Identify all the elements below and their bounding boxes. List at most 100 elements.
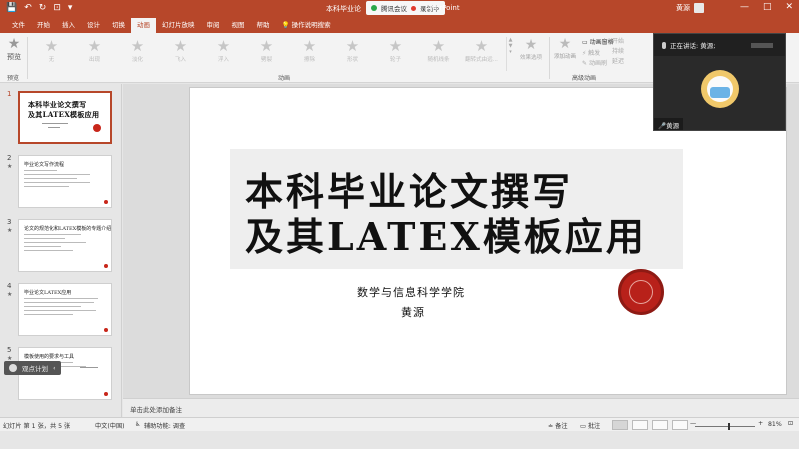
tab-slideshow[interactable]: 幻灯片放映 bbox=[156, 18, 201, 33]
effect-split[interactable]: ★ 劈裂 bbox=[245, 37, 288, 63]
animation-marker-icon: ★ bbox=[7, 227, 13, 234]
thumb-title: 毕业论文写作流程 bbox=[24, 162, 65, 168]
close-icon[interactable]: ✕ bbox=[785, 2, 793, 12]
thumb-title: 模板使用的要求与工具 bbox=[24, 354, 75, 360]
tab-insert[interactable]: 插入 bbox=[56, 18, 81, 33]
painter-label: 动画刷 bbox=[588, 60, 607, 67]
star-icon: ★ bbox=[44, 37, 59, 55]
tab-search[interactable]: 💡 操作说明搜索 bbox=[276, 18, 337, 33]
minimize-icon[interactable]: — bbox=[740, 2, 749, 12]
slide-sorter-button[interactable] bbox=[632, 420, 648, 430]
tab-review[interactable]: 审阅 bbox=[201, 18, 226, 33]
add-animation-button[interactable]: ★ 添加动画 bbox=[552, 36, 578, 60]
notes-placeholder: 单击此处添加备注 bbox=[130, 406, 182, 414]
timing-delay[interactable]: 延迟 bbox=[612, 57, 624, 67]
star-icon: ★ bbox=[173, 37, 188, 55]
thumb-number: 2 bbox=[7, 154, 12, 162]
effect-none[interactable]: ★ 无 bbox=[30, 37, 73, 63]
add-animation-label: 添加动画 bbox=[553, 54, 576, 60]
effect-fade[interactable]: ★ 淡化 bbox=[116, 37, 159, 63]
zoom-in-button[interactable]: + bbox=[758, 420, 763, 427]
tab-view[interactable]: 视图 bbox=[226, 18, 251, 33]
tab-animations[interactable]: 动画 bbox=[131, 18, 156, 33]
pane-icon: ▭ bbox=[582, 39, 590, 46]
present-icon[interactable]: ⊡ bbox=[53, 3, 61, 13]
undo-icon[interactable]: ↶ bbox=[24, 3, 32, 13]
window-controls: — □ ✕ bbox=[740, 2, 793, 12]
timing-start[interactable]: 开始 bbox=[612, 37, 624, 47]
preview-button[interactable]: ★ 预览 bbox=[4, 36, 24, 62]
zoom-level[interactable]: 81% bbox=[768, 421, 782, 428]
notes-pane[interactable]: 单击此处添加备注 bbox=[123, 398, 799, 417]
effect-wheel[interactable]: ★ 轮子 bbox=[374, 37, 417, 63]
accessibility-status[interactable]: 辅助功能: 调查 bbox=[144, 421, 185, 430]
customize-icon[interactable]: ▾ bbox=[68, 3, 73, 13]
speaking-label: 正在讲话: 黄源; bbox=[670, 42, 716, 50]
effect-grow-turn[interactable]: ★ 翻转式由远... bbox=[460, 37, 503, 63]
tab-transitions[interactable]: 切换 bbox=[106, 18, 131, 33]
star-icon: ★ bbox=[216, 37, 231, 55]
gallery-scroll[interactable]: ▲ ▼ ▾ bbox=[506, 37, 514, 71]
effect-appear[interactable]: ★ 出现 bbox=[73, 37, 116, 63]
participant-name: 黄源 bbox=[666, 122, 680, 130]
star-icon: ★ bbox=[524, 37, 538, 53]
thumb-body bbox=[24, 298, 106, 318]
accessibility-icon: ♿ bbox=[135, 421, 141, 428]
effect-label: 劈裂 bbox=[260, 57, 272, 63]
thumb-number: 4 bbox=[7, 282, 12, 290]
slide-thumbnail-2[interactable]: 毕业论文写作流程 bbox=[18, 155, 112, 208]
comments-button[interactable]: ▭ 批注 bbox=[580, 421, 600, 431]
effect-options-button[interactable]: ★ 效果选项 bbox=[516, 37, 546, 61]
microphone-icon: 🎤 bbox=[658, 122, 667, 130]
timing-duration[interactable]: 持续 bbox=[612, 47, 624, 57]
thumb-title: 本科毕业论文撰写 bbox=[28, 100, 87, 109]
lightbulb-icon: 💡 bbox=[281, 21, 290, 29]
notes-button[interactable]: ≐ 备注 bbox=[548, 421, 568, 431]
effect-shape[interactable]: ★ 形状 bbox=[331, 37, 374, 63]
slide-thumbnail-1[interactable]: 本科毕业论文撰写 及其LATEX模板应用 bbox=[18, 91, 112, 144]
animation-marker-icon: ★ bbox=[7, 163, 13, 170]
slide-title-line-2[interactable]: 及其LATEX模板应用 bbox=[245, 206, 647, 261]
redo-icon[interactable]: ↻ bbox=[39, 3, 47, 13]
thumb-subtitle-line bbox=[42, 123, 68, 124]
animation-painter-button[interactable]: ✎ 动画刷 bbox=[582, 58, 607, 67]
zoom-slider[interactable] bbox=[695, 426, 755, 427]
thumb-body bbox=[24, 234, 106, 254]
zoom-slider-thumb[interactable] bbox=[728, 423, 730, 430]
slideshow-button[interactable] bbox=[672, 420, 688, 430]
tab-help[interactable]: 帮助 bbox=[251, 18, 276, 33]
effect-wipe[interactable]: ★ 擦除 bbox=[288, 37, 331, 63]
meeting-video-window[interactable]: 正在讲话: 黄源; 🎤黄源 bbox=[653, 33, 786, 131]
save-icon[interactable]: 💾 bbox=[6, 3, 17, 13]
tab-design[interactable]: 设计 bbox=[81, 18, 106, 33]
seal-icon bbox=[104, 264, 108, 268]
effect-label: 无 bbox=[48, 57, 55, 63]
effect-label: 出现 bbox=[88, 57, 100, 63]
maximize-icon[interactable]: □ bbox=[763, 2, 772, 12]
effect-label: 轮子 bbox=[389, 57, 401, 63]
effect-label: 浮入 bbox=[217, 57, 229, 63]
animation-pane-button[interactable]: ▭ 动画窗格 bbox=[582, 37, 614, 46]
slide-canvas[interactable]: 本科毕业论文撰写 及其LATEX模板应用 数学与信息科学学院 黄源 bbox=[189, 87, 787, 395]
slide-thumbnail-4[interactable]: 毕业论文LATEX应用 bbox=[18, 283, 112, 336]
trigger-button[interactable]: ⚡ 触发 bbox=[582, 48, 600, 57]
participant-avatar bbox=[701, 70, 739, 108]
status-bar: 幻灯片 第 1 张，共 5 张 中文(中国) ♿ 辅助功能: 调查 ≐ 备注 ▭… bbox=[0, 417, 799, 431]
fit-window-icon[interactable]: ⊡ bbox=[788, 420, 793, 427]
language-status[interactable]: 中文(中国) bbox=[95, 421, 125, 430]
notes-label: 备注 bbox=[555, 423, 568, 430]
slide-subtitle[interactable]: 数学与信息科学学院 bbox=[357, 284, 465, 300]
normal-view-button[interactable] bbox=[612, 420, 628, 430]
tab-file[interactable]: 文件 bbox=[6, 18, 31, 33]
tab-home[interactable]: 开始 bbox=[31, 18, 56, 33]
effect-float-in[interactable]: ★ 浮入 bbox=[202, 37, 245, 63]
slide-author[interactable]: 黄源 bbox=[401, 304, 425, 320]
seal-icon bbox=[104, 200, 108, 204]
effect-fly-in[interactable]: ★ 飞入 bbox=[159, 37, 202, 63]
account[interactable]: 黄源 bbox=[676, 3, 704, 13]
reading-view-button[interactable] bbox=[652, 420, 668, 430]
effect-random-bars[interactable]: ★ 随机线条 bbox=[417, 37, 460, 63]
slide-thumbnail-3[interactable]: 论文的规范化和LATEX模板的专题介绍 bbox=[18, 219, 112, 272]
floating-toolbar-chip[interactable]: 观点计划 ‹ bbox=[4, 361, 61, 375]
chevron-left-icon[interactable]: ‹ bbox=[53, 364, 56, 372]
